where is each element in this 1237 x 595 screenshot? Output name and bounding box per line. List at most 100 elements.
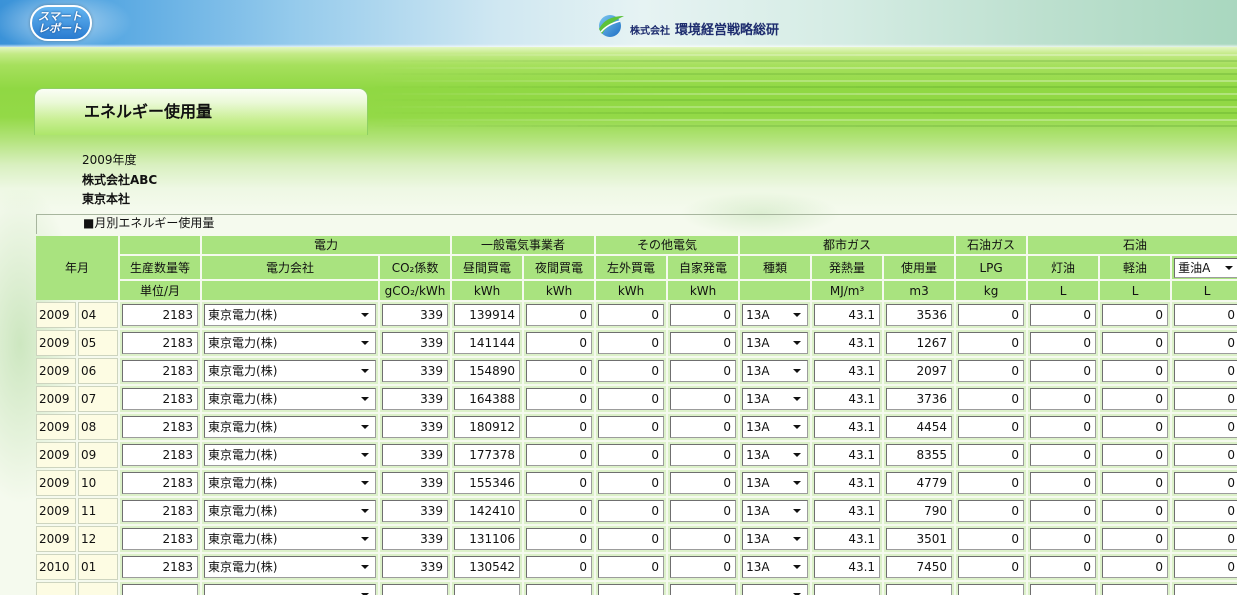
night-purchase-input[interactable] (526, 472, 593, 494)
kerosene-input[interactable] (1030, 416, 1097, 438)
kerosene-input[interactable] (1030, 528, 1097, 550)
co2-factor-input[interactable] (382, 472, 449, 494)
lpg-input[interactable] (958, 500, 1025, 522)
outside-purchase-input[interactable] (598, 500, 665, 522)
lpg-input[interactable] (958, 472, 1025, 494)
co2-factor-input[interactable] (382, 332, 449, 354)
gas-type-select[interactable]: 13A (742, 472, 809, 494)
lpg-input[interactable] (958, 360, 1025, 382)
heat-value-input[interactable] (814, 472, 881, 494)
self-generation-input[interactable] (670, 304, 737, 326)
night-purchase-input[interactable] (526, 584, 593, 595)
kerosene-input[interactable] (1030, 360, 1097, 382)
heat-value-input[interactable] (814, 556, 881, 578)
power-company-select[interactable]: 東京電力(株) (204, 360, 377, 382)
day-purchase-input[interactable] (454, 388, 521, 410)
production-input[interactable] (122, 332, 199, 354)
self-generation-input[interactable] (670, 500, 737, 522)
production-input[interactable] (122, 500, 199, 522)
light-oil-input[interactable] (1102, 472, 1169, 494)
night-purchase-input[interactable] (526, 500, 593, 522)
lpg-input[interactable] (958, 444, 1025, 466)
night-purchase-input[interactable] (526, 360, 593, 382)
gas-type-select[interactable]: 13A (742, 500, 809, 522)
self-generation-input[interactable] (670, 528, 737, 550)
heavy-oil-input[interactable] (1174, 304, 1237, 326)
outside-purchase-input[interactable] (598, 332, 665, 354)
gas-type-select[interactable]: 13A (742, 388, 809, 410)
night-purchase-input[interactable] (526, 416, 593, 438)
day-purchase-input[interactable] (454, 444, 521, 466)
power-company-select[interactable]: 東京電力(株) (204, 332, 377, 354)
self-generation-input[interactable] (670, 472, 737, 494)
kerosene-input[interactable] (1030, 388, 1097, 410)
heavy-oil-input[interactable] (1174, 584, 1237, 595)
power-company-select[interactable]: 東京電力(株) (204, 388, 377, 410)
co2-factor-input[interactable] (382, 416, 449, 438)
heavy-oil-input[interactable] (1174, 472, 1237, 494)
gas-type-select[interactable]: 13A (742, 332, 809, 354)
outside-purchase-input[interactable] (598, 416, 665, 438)
gas-type-select[interactable]: 13A (742, 360, 809, 382)
heavy-oil-input[interactable] (1174, 416, 1237, 438)
gas-type-select[interactable]: 13A (742, 556, 809, 578)
lpg-input[interactable] (958, 584, 1025, 595)
gas-usage-input[interactable] (886, 360, 953, 382)
gas-type-select[interactable]: 13A (742, 416, 809, 438)
heat-value-input[interactable] (814, 332, 881, 354)
power-company-select[interactable] (204, 584, 377, 595)
day-purchase-input[interactable] (454, 360, 521, 382)
kerosene-input[interactable] (1030, 556, 1097, 578)
day-purchase-input[interactable] (454, 556, 521, 578)
heavy-oil-input[interactable] (1174, 332, 1237, 354)
night-purchase-input[interactable] (526, 444, 593, 466)
self-generation-input[interactable] (670, 360, 737, 382)
production-input[interactable] (122, 444, 199, 466)
co2-factor-input[interactable] (382, 584, 449, 595)
co2-factor-input[interactable] (382, 360, 449, 382)
lpg-input[interactable] (958, 332, 1025, 354)
outside-purchase-input[interactable] (598, 472, 665, 494)
night-purchase-input[interactable] (526, 388, 593, 410)
heat-value-input[interactable] (814, 444, 881, 466)
gas-usage-input[interactable] (886, 500, 953, 522)
gas-type-select[interactable]: 13A (742, 528, 809, 550)
light-oil-input[interactable] (1102, 584, 1169, 595)
power-company-select[interactable]: 東京電力(株) (204, 472, 377, 494)
co2-factor-input[interactable] (382, 388, 449, 410)
lpg-input[interactable] (958, 528, 1025, 550)
light-oil-input[interactable] (1102, 304, 1169, 326)
light-oil-input[interactable] (1102, 416, 1169, 438)
kerosene-input[interactable] (1030, 332, 1097, 354)
power-company-select[interactable]: 東京電力(株) (204, 500, 377, 522)
production-input[interactable] (122, 304, 199, 326)
gas-type-select[interactable]: 13A (742, 304, 809, 326)
power-company-select[interactable]: 東京電力(株) (204, 556, 377, 578)
kerosene-input[interactable] (1030, 304, 1097, 326)
outside-purchase-input[interactable] (598, 584, 665, 595)
gas-usage-input[interactable] (886, 332, 953, 354)
heavy-oil-input[interactable] (1174, 500, 1237, 522)
heat-value-input[interactable] (814, 500, 881, 522)
power-company-select[interactable]: 東京電力(株) (204, 528, 377, 550)
day-purchase-input[interactable] (454, 332, 521, 354)
gas-usage-input[interactable] (886, 388, 953, 410)
light-oil-input[interactable] (1102, 556, 1169, 578)
kerosene-input[interactable] (1030, 472, 1097, 494)
co2-factor-input[interactable] (382, 556, 449, 578)
kerosene-input[interactable] (1030, 444, 1097, 466)
co2-factor-input[interactable] (382, 528, 449, 550)
self-generation-input[interactable] (670, 332, 737, 354)
light-oil-input[interactable] (1102, 360, 1169, 382)
night-purchase-input[interactable] (526, 332, 593, 354)
production-input[interactable] (122, 556, 199, 578)
lpg-input[interactable] (958, 556, 1025, 578)
gas-usage-input[interactable] (886, 416, 953, 438)
production-input[interactable] (122, 388, 199, 410)
day-purchase-input[interactable] (454, 528, 521, 550)
co2-factor-input[interactable] (382, 500, 449, 522)
production-input[interactable] (122, 584, 199, 595)
day-purchase-input[interactable] (454, 472, 521, 494)
self-generation-input[interactable] (670, 556, 737, 578)
heavy-oil-input[interactable] (1174, 528, 1237, 550)
